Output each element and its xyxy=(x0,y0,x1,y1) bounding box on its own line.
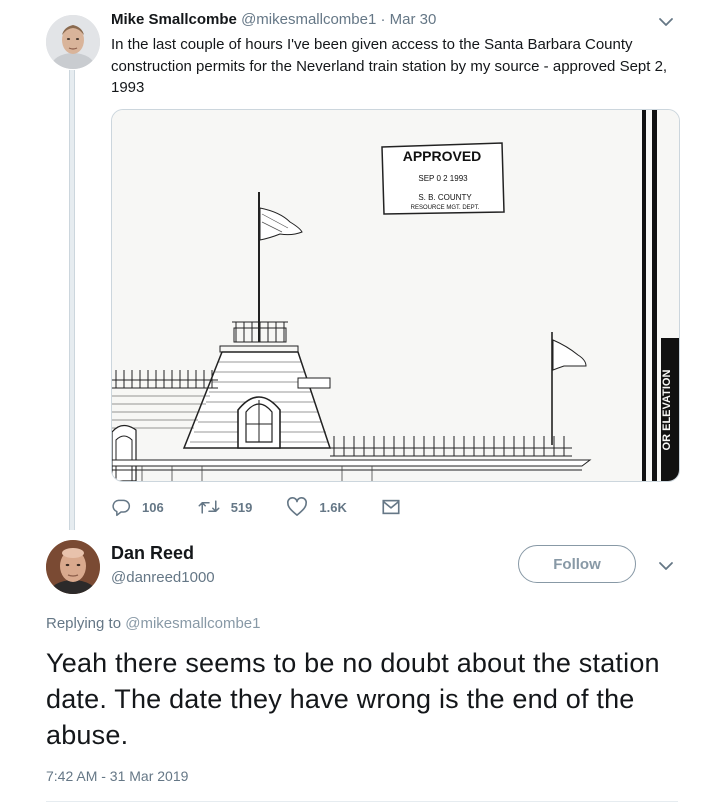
chevron-down-icon[interactable] xyxy=(656,12,676,32)
avatar-photo xyxy=(46,540,100,594)
tweet-media-image[interactable]: APPROVED SEP 0 2 1993 S. B. COUNTY RESOU… xyxy=(111,109,680,482)
avatar-photo xyxy=(46,15,100,69)
avatar-mike-smallcombe[interactable] xyxy=(46,15,100,69)
header-separator: · xyxy=(376,11,390,28)
tweet-date[interactable]: Mar 30 xyxy=(390,11,437,28)
reply-icon xyxy=(111,497,131,517)
tweet-timestamp[interactable]: 7:42 AM - 31 Mar 2019 xyxy=(46,768,188,784)
heart-icon xyxy=(286,497,308,517)
tweet-thread: Mike Smallcombe @mikesmallcombe1 · Mar 3… xyxy=(0,0,722,805)
stamp-title: APPROVED xyxy=(403,148,482,164)
tweet-actions: 106 519 1.6K xyxy=(111,495,401,519)
side-label: OR ELEVATION xyxy=(661,370,673,451)
thread-connector-line xyxy=(69,70,75,530)
chevron-down-icon[interactable] xyxy=(656,556,676,576)
tweet-header: Mike Smallcombe @mikesmallcombe1 · Mar 3… xyxy=(111,11,436,28)
avatar-dan-reed[interactable] xyxy=(46,540,100,594)
divider xyxy=(46,801,678,802)
retweet-button[interactable]: 519 xyxy=(198,497,253,517)
replying-to-line: Replying to @mikesmallcombe1 xyxy=(46,615,260,632)
like-count: 1.6K xyxy=(319,499,347,515)
author-name[interactable]: Dan Reed xyxy=(111,543,194,564)
like-button[interactable]: 1.6K xyxy=(286,497,347,517)
direct-message-button[interactable] xyxy=(381,497,401,517)
author-name[interactable]: Mike Smallcombe xyxy=(111,11,237,28)
retweet-icon xyxy=(198,497,220,517)
author-handle[interactable]: @mikesmallcombe1 xyxy=(241,11,376,28)
stamp-date: SEP 0 2 1993 xyxy=(418,174,468,183)
blueprint-drawing: APPROVED SEP 0 2 1993 S. B. COUNTY RESOU… xyxy=(112,110,679,481)
follow-button[interactable]: Follow xyxy=(518,545,636,583)
tweet-text: Yeah there seems to be no doubt about th… xyxy=(46,648,660,750)
replying-to-handle-link[interactable]: @mikesmallcombe1 xyxy=(125,615,260,632)
author-handle[interactable]: @danreed1000 xyxy=(111,569,215,586)
reply-button[interactable]: 106 xyxy=(111,497,164,517)
approved-stamp: APPROVED SEP 0 2 1993 S. B. COUNTY RESOU… xyxy=(381,142,505,215)
reply-count: 106 xyxy=(142,499,164,515)
stamp-line-2: RESOURCE MGT. DEPT. xyxy=(411,205,480,211)
envelope-icon xyxy=(381,497,401,517)
stamp-line-1: S. B. COUNTY xyxy=(418,193,472,202)
retweet-count: 519 xyxy=(230,499,253,515)
tweet-text: In the last couple of hours I've been gi… xyxy=(111,36,668,96)
replying-prefix: Replying to xyxy=(46,615,126,632)
